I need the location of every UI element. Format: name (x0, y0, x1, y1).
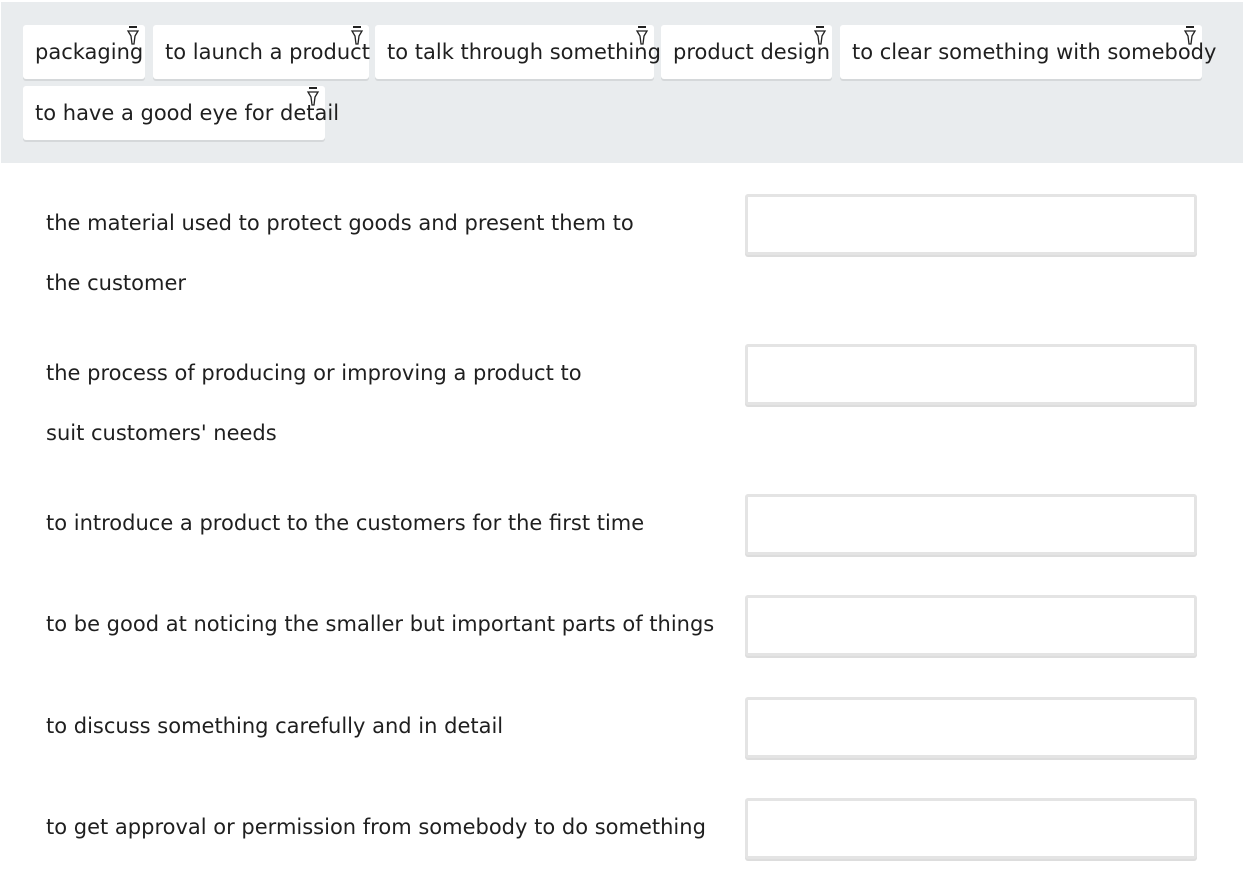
question-text: to get approval or permission from someb… (46, 815, 706, 839)
question-text: to discuss something carefully and in de… (46, 714, 504, 738)
answer-drop-zone[interactable] (745, 798, 1197, 859)
question-text: the process of producing or improving a … (46, 361, 582, 445)
answer-drop-zone[interactable] (745, 595, 1197, 656)
question-text: the material used to protect goods and p… (46, 211, 634, 295)
answer-drop-zone[interactable] (745, 194, 1197, 255)
question-text: to be good at noticing the smaller but i… (46, 612, 715, 636)
answer-drop-zone[interactable] (745, 697, 1197, 758)
answer-drop-zone[interactable] (745, 494, 1197, 555)
answer-drop-zone[interactable] (745, 344, 1197, 405)
question-list: the material used to protect goods and p… (0, 0, 1243, 890)
question-text: to introduce a product to the customers … (46, 511, 645, 535)
